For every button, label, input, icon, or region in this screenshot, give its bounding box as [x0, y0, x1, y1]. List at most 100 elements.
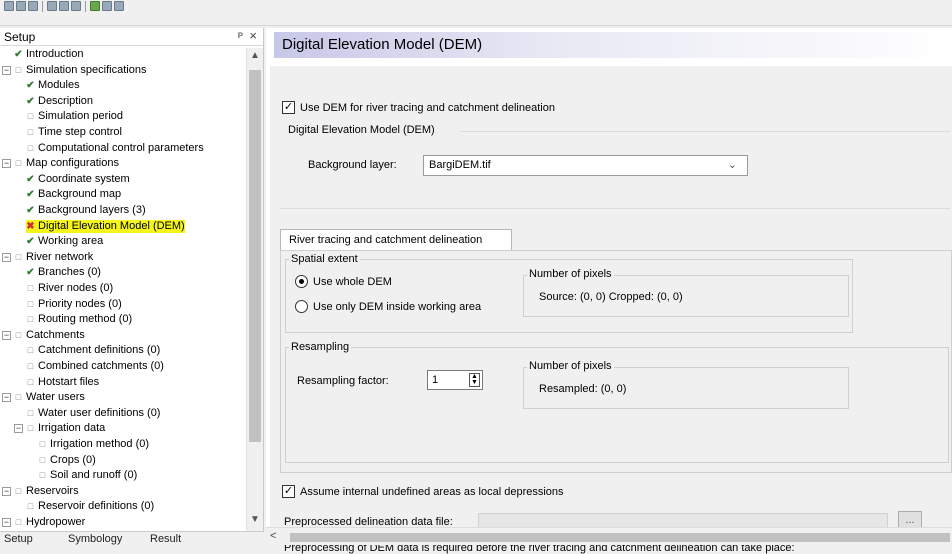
collapse-icon[interactable]: − [2, 65, 11, 75]
scrollbar-thumb[interactable] [249, 70, 261, 442]
radio-use-whole-dem-label: Use whole DEM [313, 276, 392, 288]
node-box-icon: □ [27, 298, 34, 309]
tree-item[interactable]: □ Water users [14, 391, 85, 404]
tree-item[interactable]: ✖ Digital Elevation Model (DEM) [26, 219, 185, 233]
tree-item[interactable]: □ River network [14, 251, 93, 264]
tree-item[interactable]: □ Combined catchments (0) [26, 360, 164, 373]
tree-item[interactable]: □ River nodes (0) [26, 282, 113, 295]
close-icon[interactable]: × [249, 28, 257, 43]
radio-use-whole-dem[interactable] [295, 275, 308, 288]
tree-item[interactable]: □ Computational control parameters [26, 142, 204, 155]
tree-item[interactable]: ✔ Modules [26, 79, 79, 92]
tree-scrollbar[interactable]: ▲ ▼ [246, 48, 263, 531]
tool-icon-5[interactable] [114, 1, 124, 11]
tree-item[interactable]: ✔ Working area [26, 235, 103, 248]
collapse-icon[interactable]: − [2, 518, 11, 527]
tree-item-label: Background map [38, 188, 122, 201]
collapse-icon[interactable]: − [2, 159, 11, 169]
tree-item-label: River network [26, 250, 94, 263]
use-dem-checkbox[interactable]: ✓ [282, 101, 295, 114]
node-box-icon: □ [27, 376, 34, 387]
chevron-down-icon: ⌄ [727, 159, 737, 171]
use-dem-label: Use DEM for river tracing and catchment … [300, 102, 555, 114]
tree-item[interactable]: □ Routing method (0) [26, 313, 132, 326]
new-icon[interactable] [4, 1, 14, 11]
assume-depressions-label: Assume internal undefined areas as local… [300, 486, 564, 498]
number-of-pixels-label: Number of pixels [527, 268, 614, 280]
run-icon[interactable] [90, 1, 100, 11]
tree-item-label: Soil and runoff (0) [50, 469, 138, 482]
resampling-factor-value: 1 [432, 374, 439, 386]
tree-item[interactable]: □ Catchments [14, 329, 85, 342]
collapse-icon[interactable]: − [14, 424, 23, 434]
tree-item[interactable]: □ Crops (0) [38, 454, 96, 467]
tree-item[interactable]: □ Hotstart files [26, 376, 99, 389]
toolbar-separator [85, 1, 86, 12]
collapse-icon[interactable]: − [2, 393, 11, 403]
collapse-icon[interactable]: − [2, 252, 11, 262]
tool-icon-2[interactable] [59, 1, 69, 11]
tree-item[interactable]: □ Irrigation method (0) [38, 438, 149, 451]
tree-item[interactable]: □ Water user definitions (0) [26, 407, 161, 420]
background-layer-value: BargiDEM.tif [429, 159, 491, 171]
check-icon: ✔ [26, 205, 35, 216]
radio-use-inside-working-area[interactable] [295, 300, 308, 313]
background-layer-select[interactable]: BargiDEM.tif ⌄ [423, 155, 748, 176]
tree-item[interactable]: □ Reservoir definitions (0) [26, 500, 154, 513]
pixels-source-text: Source: (0, 0) Cropped: (0, 0) [539, 291, 683, 303]
node-box-icon: □ [27, 111, 34, 122]
collapse-icon[interactable]: − [2, 330, 11, 340]
open-icon[interactable] [16, 1, 26, 11]
setup-panel-header: Setup ᴘ × [0, 28, 263, 46]
tree-item[interactable]: ✔ Background layers (3) [26, 204, 145, 217]
tab-river-tracing[interactable]: River tracing and catchment delineation [280, 229, 512, 251]
tree-item-label: Working area [38, 235, 104, 248]
node-box-icon: □ [27, 423, 34, 434]
tree-item[interactable]: □ Simulation specifications [14, 64, 147, 77]
tree-item-label: Coordinate system [38, 172, 130, 185]
background-layer-label: Background layer: [308, 159, 397, 171]
spin-arrows-icon[interactable]: ▲ ▼ [469, 373, 480, 387]
resampling-factor-stepper[interactable]: 1 ▲ ▼ [427, 370, 483, 390]
tree-item[interactable]: □ Time step control [26, 126, 122, 139]
tree-item[interactable]: ✔ Branches (0) [26, 266, 101, 279]
tree-item[interactable]: □ Priority nodes (0) [26, 298, 122, 311]
tool-icon-4[interactable] [102, 1, 112, 11]
tree-item-label: Catchments [26, 328, 85, 341]
tree-item[interactable]: □ Simulation period [26, 110, 123, 123]
resampling-label: Resampling [289, 341, 352, 353]
toolbar-buttons [4, 1, 124, 13]
collapse-icon[interactable]: − [2, 486, 11, 496]
tree-item-label: Crops (0) [50, 453, 96, 466]
tool-icon-1[interactable] [47, 1, 57, 11]
tree-item[interactable]: ✔ Description [26, 95, 93, 108]
tree-item[interactable]: □ Catchment definitions (0) [26, 344, 161, 357]
check-icon: ✔ [26, 267, 35, 279]
tree-item[interactable]: ✔ Coordinate system [26, 172, 130, 186]
assume-depressions-checkbox[interactable]: ✓ [282, 485, 295, 498]
radio-use-inside-label: Use only DEM inside working area [313, 301, 482, 313]
main-horizontal-scrollbar[interactable]: < [266, 527, 952, 545]
resampling-factor-label: Resampling factor: [297, 375, 389, 387]
tree-item[interactable]: □ Irrigation data [26, 422, 105, 435]
node-box-icon: □ [27, 127, 34, 137]
tree-item[interactable]: □ Hydropower [14, 516, 86, 529]
h-scrollbar-thumb[interactable] [290, 533, 950, 542]
scroll-left-icon[interactable]: < [270, 530, 276, 542]
pin-icon[interactable]: ᴘ [238, 30, 243, 41]
tree-item[interactable]: □ Soil and runoff (0) [38, 469, 137, 482]
scroll-down-icon[interactable]: ▼ [250, 514, 260, 525]
tab-result[interactable]: Result [150, 533, 181, 545]
tree-item[interactable]: □ Map configurations [14, 157, 119, 170]
tab-symbology[interactable]: Symbology [68, 533, 122, 545]
tree-item[interactable]: ✔ Introduction [14, 48, 83, 61]
scroll-up-icon[interactable]: ▲ [250, 50, 260, 61]
node-box-icon: □ [39, 470, 46, 481]
tree-item[interactable]: ✔ Background map [26, 188, 121, 201]
save-icon[interactable] [28, 1, 38, 11]
tree-item[interactable]: □ Reservoirs [14, 485, 79, 498]
tab-setup[interactable]: Setup [4, 533, 33, 545]
page-title: Digital Elevation Model (DEM) [282, 36, 483, 53]
tool-icon-3[interactable] [71, 1, 81, 11]
tree-item-label: Digital Elevation Model (DEM) [38, 219, 185, 232]
